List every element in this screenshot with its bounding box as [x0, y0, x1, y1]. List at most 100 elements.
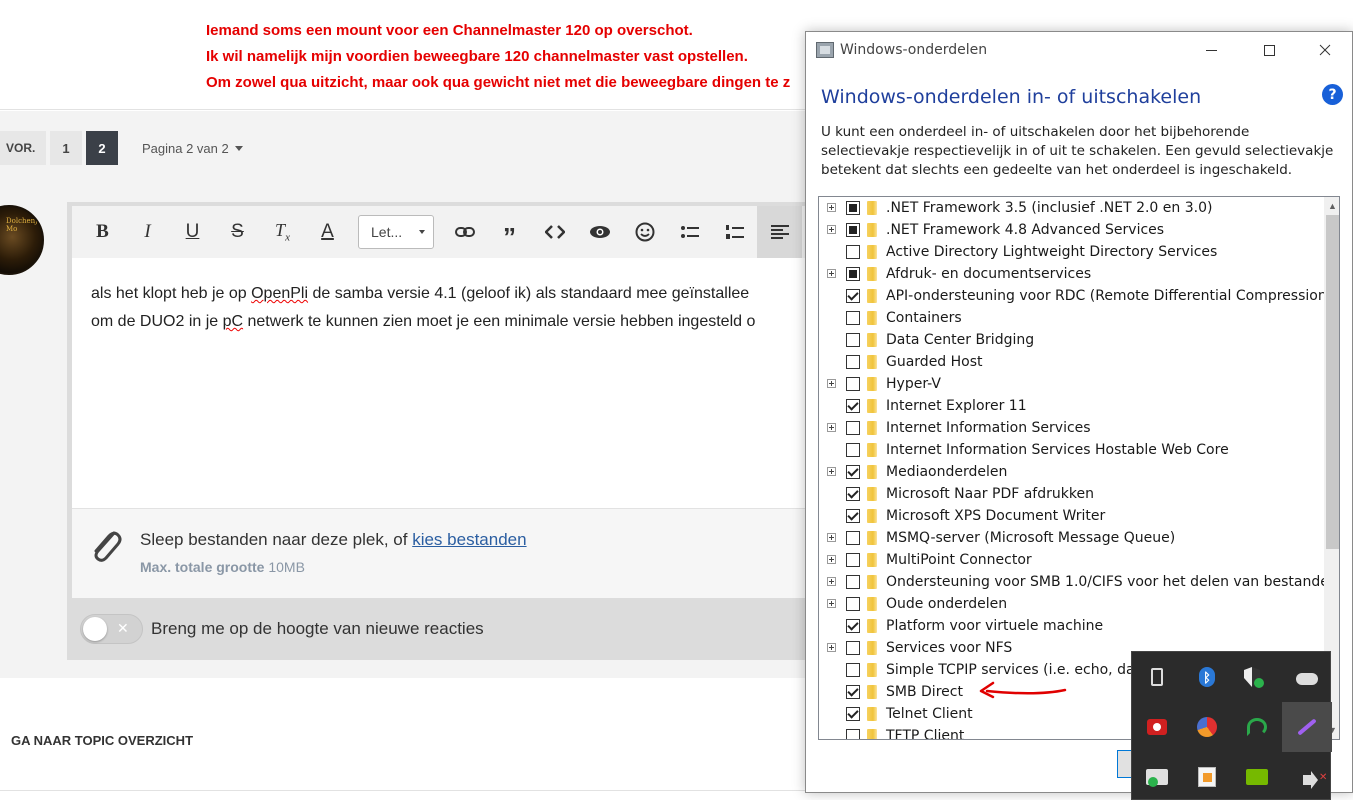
- tray-item[interactable]: ᛒ: [1182, 652, 1232, 702]
- link-button[interactable]: [442, 206, 487, 258]
- feature-row[interactable]: Internet Information Services: [819, 417, 1324, 439]
- feature-checkbox[interactable]: [846, 311, 860, 325]
- feature-row[interactable]: MultiPoint Connector: [819, 549, 1324, 571]
- expand-plus-icon[interactable]: [827, 467, 836, 476]
- align-button[interactable]: [757, 206, 802, 258]
- expand-plus-icon[interactable]: [827, 599, 836, 608]
- expand-plus-icon[interactable]: [827, 203, 836, 212]
- choose-files-link[interactable]: kies bestanden: [412, 530, 526, 549]
- feature-checkbox[interactable]: [846, 487, 860, 501]
- font-select[interactable]: Let...: [358, 215, 434, 249]
- follow-toggle[interactable]: ✕: [80, 614, 143, 644]
- feature-checkbox[interactable]: [846, 355, 860, 369]
- feature-checkbox[interactable]: [846, 377, 860, 391]
- feature-checkbox[interactable]: [846, 729, 860, 739]
- feature-row[interactable]: Hyper-V: [819, 373, 1324, 395]
- feature-row[interactable]: MSMQ-server (Microsoft Message Queue): [819, 527, 1324, 549]
- tray-item-selected[interactable]: [1282, 702, 1332, 752]
- close-button[interactable]: [1296, 32, 1353, 68]
- feature-row[interactable]: API-ondersteuning voor RDC (Remote Diffe…: [819, 285, 1332, 307]
- topic-overview-link[interactable]: GA NAAR TOPIC OVERZICHT: [11, 733, 193, 748]
- feature-checkbox[interactable]: [846, 531, 860, 545]
- feature-checkbox[interactable]: [846, 575, 860, 589]
- expand-plus-icon[interactable]: [827, 577, 836, 586]
- expand-plus-icon[interactable]: [827, 555, 836, 564]
- tray-item[interactable]: [1182, 752, 1232, 800]
- tray-item[interactable]: [1282, 652, 1332, 702]
- feature-row[interactable]: Active Directory Lightweight Directory S…: [819, 241, 1324, 263]
- help-icon[interactable]: ?: [1322, 84, 1343, 105]
- title-bar[interactable]: Windows-onderdelen: [806, 32, 1352, 68]
- feature-row[interactable]: Afdruk- en documentservices: [819, 263, 1324, 285]
- feature-row[interactable]: Microsoft Naar PDF afdrukken: [819, 483, 1324, 505]
- feature-checkbox[interactable]: [846, 333, 860, 347]
- tray-item[interactable]: [1232, 752, 1282, 800]
- feature-row[interactable]: Guarded Host: [819, 351, 1324, 373]
- minimize-button[interactable]: [1182, 32, 1240, 68]
- scrollbar-thumb[interactable]: [1326, 215, 1339, 549]
- feature-row[interactable]: Internet Explorer 11: [819, 395, 1324, 417]
- editor-text-area[interactable]: als het klopt heb je op OpenPli de samba…: [91, 280, 755, 336]
- feature-checkbox[interactable]: [846, 223, 860, 237]
- feature-row[interactable]: Microsoft XPS Document Writer: [819, 505, 1324, 527]
- underline-button[interactable]: U: [170, 206, 215, 258]
- strikethrough-button[interactable]: S: [215, 206, 260, 258]
- feature-row[interactable]: Platform voor virtuele machine: [819, 615, 1324, 637]
- numbered-list-button[interactable]: [712, 206, 757, 258]
- tray-item[interactable]: ✕: [1282, 752, 1332, 800]
- feature-checkbox[interactable]: [846, 663, 860, 677]
- feature-checkbox[interactable]: [846, 707, 860, 721]
- feature-checkbox[interactable]: [846, 443, 860, 457]
- tray-item[interactable]: [1132, 702, 1182, 752]
- tray-item[interactable]: [1132, 752, 1182, 800]
- italic-button[interactable]: I: [125, 206, 170, 258]
- expand-plus-icon[interactable]: [827, 643, 836, 652]
- page-1-button[interactable]: 1: [50, 131, 82, 165]
- feature-row[interactable]: Internet Information Services Hostable W…: [819, 439, 1324, 461]
- feature-checkbox[interactable]: [846, 289, 860, 303]
- quote-button[interactable]: ”: [487, 206, 532, 258]
- feature-row[interactable]: .NET Framework 4.8 Advanced Services: [819, 219, 1324, 241]
- scroll-up-icon[interactable]: ▲: [1324, 197, 1339, 214]
- tray-item[interactable]: [1232, 702, 1282, 752]
- feature-checkbox[interactable]: [846, 619, 860, 633]
- maximize-button[interactable]: [1240, 32, 1298, 68]
- feature-checkbox[interactable]: [846, 597, 860, 611]
- clear-format-button[interactable]: Tx: [260, 206, 305, 258]
- expand-plus-icon[interactable]: [827, 269, 836, 278]
- feature-checkbox[interactable]: [846, 245, 860, 259]
- feature-checkbox[interactable]: [846, 465, 860, 479]
- tray-item[interactable]: [1232, 652, 1282, 702]
- feature-checkbox[interactable]: [846, 641, 860, 655]
- expand-plus-icon[interactable]: [827, 533, 836, 542]
- attachment-dropzone[interactable]: Sleep bestanden naar deze plek, of kies …: [72, 508, 812, 598]
- feature-row[interactable]: Data Center Bridging: [819, 329, 1324, 351]
- feature-checkbox[interactable]: [846, 399, 860, 413]
- feature-checkbox[interactable]: [846, 201, 860, 215]
- feature-row[interactable]: Ondersteuning voor SMB 1.0/CIFS voor het…: [819, 571, 1338, 593]
- feature-row[interactable]: .NET Framework 3.5 (inclusief .NET 2.0 e…: [819, 197, 1324, 219]
- chevron-down-icon: [419, 230, 425, 234]
- feature-checkbox[interactable]: [846, 553, 860, 567]
- text-color-button[interactable]: A: [305, 206, 350, 258]
- page-2-button[interactable]: 2: [86, 131, 118, 165]
- prev-page-button[interactable]: VOR.: [0, 131, 46, 165]
- expand-plus-icon[interactable]: [827, 379, 836, 388]
- feature-checkbox[interactable]: [846, 509, 860, 523]
- feature-checkbox[interactable]: [846, 267, 860, 281]
- feature-row[interactable]: Oude onderdelen: [819, 593, 1324, 615]
- bullet-list-button[interactable]: [667, 206, 712, 258]
- code-button[interactable]: [532, 206, 577, 258]
- page-jump-dropdown[interactable]: Pagina 2 van 2: [142, 141, 243, 156]
- feature-row[interactable]: Mediaonderdelen: [819, 461, 1324, 483]
- tray-item[interactable]: [1182, 702, 1232, 752]
- emoji-button[interactable]: [622, 206, 667, 258]
- feature-row[interactable]: Containers: [819, 307, 1324, 329]
- feature-checkbox[interactable]: [846, 685, 860, 699]
- tray-item[interactable]: [1132, 652, 1182, 702]
- feature-checkbox[interactable]: [846, 421, 860, 435]
- preview-button[interactable]: [577, 206, 622, 258]
- expand-plus-icon[interactable]: [827, 225, 836, 234]
- bold-button[interactable]: B: [80, 206, 125, 258]
- expand-plus-icon[interactable]: [827, 423, 836, 432]
